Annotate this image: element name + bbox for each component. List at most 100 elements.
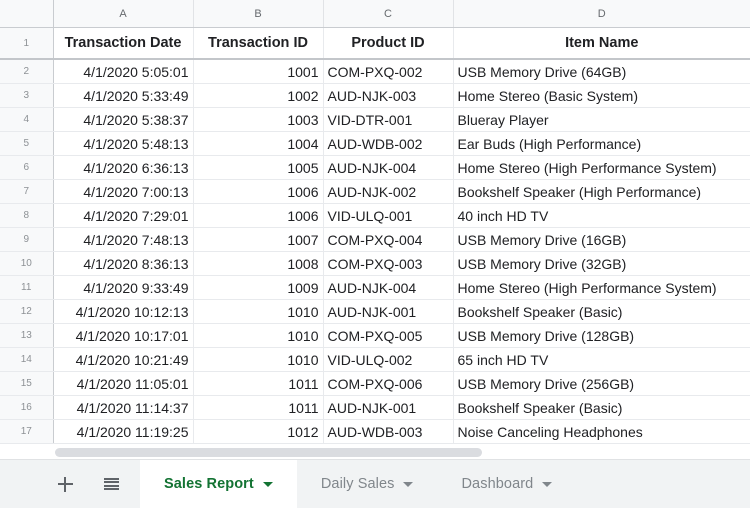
cell-B14[interactable]: 1010 [193,347,324,372]
row-number[interactable]: 8 [0,203,54,228]
cell-D12[interactable]: Bookshelf Speaker (Basic) [453,299,750,324]
cell-B8[interactable]: 1006 [193,203,324,228]
cell-A12[interactable]: 4/1/2020 10:12:13 [53,299,194,324]
row-number[interactable]: 14 [0,347,54,372]
cell-D9[interactable]: USB Memory Drive (16GB) [453,227,750,252]
cell-B1[interactable]: Transaction ID [193,27,324,60]
row-number[interactable]: 10 [0,251,54,276]
add-sheet-button[interactable] [52,471,78,497]
horizontal-scrollbar-track[interactable] [0,446,750,459]
cell-B10[interactable]: 1008 [193,251,324,276]
cell-C9[interactable]: COM-PXQ-004 [323,227,454,252]
cell-C14[interactable]: VID-ULQ-002 [323,347,454,372]
cell-D16[interactable]: Bookshelf Speaker (Basic) [453,395,750,420]
cell-C15[interactable]: COM-PXQ-006 [323,371,454,396]
cell-B16[interactable]: 1011 [193,395,324,420]
cell-A10[interactable]: 4/1/2020 8:36:13 [53,251,194,276]
row-number[interactable]: 7 [0,179,54,204]
cell-D8[interactable]: 40 inch HD TV [453,203,750,228]
cell-D1[interactable]: Item Name [453,27,750,60]
cell-C13[interactable]: COM-PXQ-005 [323,323,454,348]
row-number[interactable]: 1 [0,27,54,60]
cell-C5[interactable]: AUD-WDB-002 [323,131,454,156]
cell-D15[interactable]: USB Memory Drive (256GB) [453,371,750,396]
cell-B2[interactable]: 1001 [193,59,324,84]
row-number[interactable]: 12 [0,299,54,324]
cell-A13[interactable]: 4/1/2020 10:17:01 [53,323,194,348]
cell-D13[interactable]: USB Memory Drive (128GB) [453,323,750,348]
cell-A11[interactable]: 4/1/2020 9:33:49 [53,275,194,300]
all-sheets-button[interactable] [98,471,124,497]
cell-C8[interactable]: VID-ULQ-001 [323,203,454,228]
cell-C2[interactable]: COM-PXQ-002 [323,59,454,84]
cell-B11[interactable]: 1009 [193,275,324,300]
cell-C17[interactable]: AUD-WDB-003 [323,419,454,444]
cell-C12[interactable]: AUD-NJK-001 [323,299,454,324]
cell-C10[interactable]: COM-PXQ-003 [323,251,454,276]
chevron-down-icon[interactable] [403,481,414,487]
cell-A2[interactable]: 4/1/2020 5:05:01 [53,59,194,84]
column-header-a[interactable]: A [53,0,194,28]
sheet-tab-dashboard[interactable]: Dashboard [437,460,576,508]
row-number[interactable]: 5 [0,131,54,156]
cell-C1[interactable]: Product ID [323,27,454,60]
cell-A15[interactable]: 4/1/2020 11:05:01 [53,371,194,396]
cell-B13[interactable]: 1010 [193,323,324,348]
spreadsheet-grid[interactable]: A B C D 1 Transaction Date Transaction I… [0,0,750,446]
cell-D7[interactable]: Bookshelf Speaker (High Performance) [453,179,750,204]
cell-B12[interactable]: 1010 [193,299,324,324]
cell-A8[interactable]: 4/1/2020 7:29:01 [53,203,194,228]
cell-A7[interactable]: 4/1/2020 7:00:13 [53,179,194,204]
cell-B15[interactable]: 1011 [193,371,324,396]
sheet-tab-daily-sales[interactable]: Daily Sales [297,460,438,508]
row-number[interactable]: 13 [0,323,54,348]
cell-A3[interactable]: 4/1/2020 5:33:49 [53,83,194,108]
cell-B17[interactable]: 1012 [193,419,324,444]
column-header-d[interactable]: D [453,0,750,28]
cell-A9[interactable]: 4/1/2020 7:48:13 [53,227,194,252]
cell-A1[interactable]: Transaction Date [53,27,194,60]
cell-B7[interactable]: 1006 [193,179,324,204]
cell-D6[interactable]: Home Stereo (High Performance System) [453,155,750,180]
cell-A4[interactable]: 4/1/2020 5:38:37 [53,107,194,132]
cell-D4[interactable]: Blueray Player [453,107,750,132]
row-number[interactable]: 3 [0,83,54,108]
cell-D2[interactable]: USB Memory Drive (64GB) [453,59,750,84]
cell-D14[interactable]: 65 inch HD TV [453,347,750,372]
cell-A16[interactable]: 4/1/2020 11:14:37 [53,395,194,420]
cell-B4[interactable]: 1003 [193,107,324,132]
row-number[interactable]: 15 [0,371,54,396]
row-number[interactable]: 2 [0,59,54,84]
cell-C7[interactable]: AUD-NJK-002 [323,179,454,204]
row-number[interactable]: 16 [0,395,54,420]
cell-A6[interactable]: 4/1/2020 6:36:13 [53,155,194,180]
cell-A17[interactable]: 4/1/2020 11:19:25 [53,419,194,444]
column-header-c[interactable]: C [323,0,454,28]
horizontal-scrollbar-thumb[interactable] [55,448,482,457]
cell-D11[interactable]: Home Stereo (High Performance System) [453,275,750,300]
cell-A5[interactable]: 4/1/2020 5:48:13 [53,131,194,156]
cell-D3[interactable]: Home Stereo (Basic System) [453,83,750,108]
cell-C16[interactable]: AUD-NJK-001 [323,395,454,420]
cell-B6[interactable]: 1005 [193,155,324,180]
cell-D17[interactable]: Noise Canceling Headphones [453,419,750,444]
cell-B5[interactable]: 1004 [193,131,324,156]
cell-C11[interactable]: AUD-NJK-004 [323,275,454,300]
row-number[interactable]: 4 [0,107,54,132]
cell-A14[interactable]: 4/1/2020 10:21:49 [53,347,194,372]
chevron-down-icon[interactable] [262,481,273,487]
row-number[interactable]: 17 [0,419,54,444]
cell-D10[interactable]: USB Memory Drive (32GB) [453,251,750,276]
column-header-b[interactable]: B [193,0,324,28]
select-all-corner[interactable] [0,0,54,28]
sheet-tab-sales-report[interactable]: Sales Report [140,460,297,508]
chevron-down-icon[interactable] [542,481,553,487]
cell-B3[interactable]: 1002 [193,83,324,108]
cell-C4[interactable]: VID-DTR-001 [323,107,454,132]
row-number[interactable]: 11 [0,275,54,300]
row-number[interactable]: 6 [0,155,54,180]
cell-C3[interactable]: AUD-NJK-003 [323,83,454,108]
cell-D5[interactable]: Ear Buds (High Performance) [453,131,750,156]
cell-C6[interactable]: AUD-NJK-004 [323,155,454,180]
row-number[interactable]: 9 [0,227,54,252]
